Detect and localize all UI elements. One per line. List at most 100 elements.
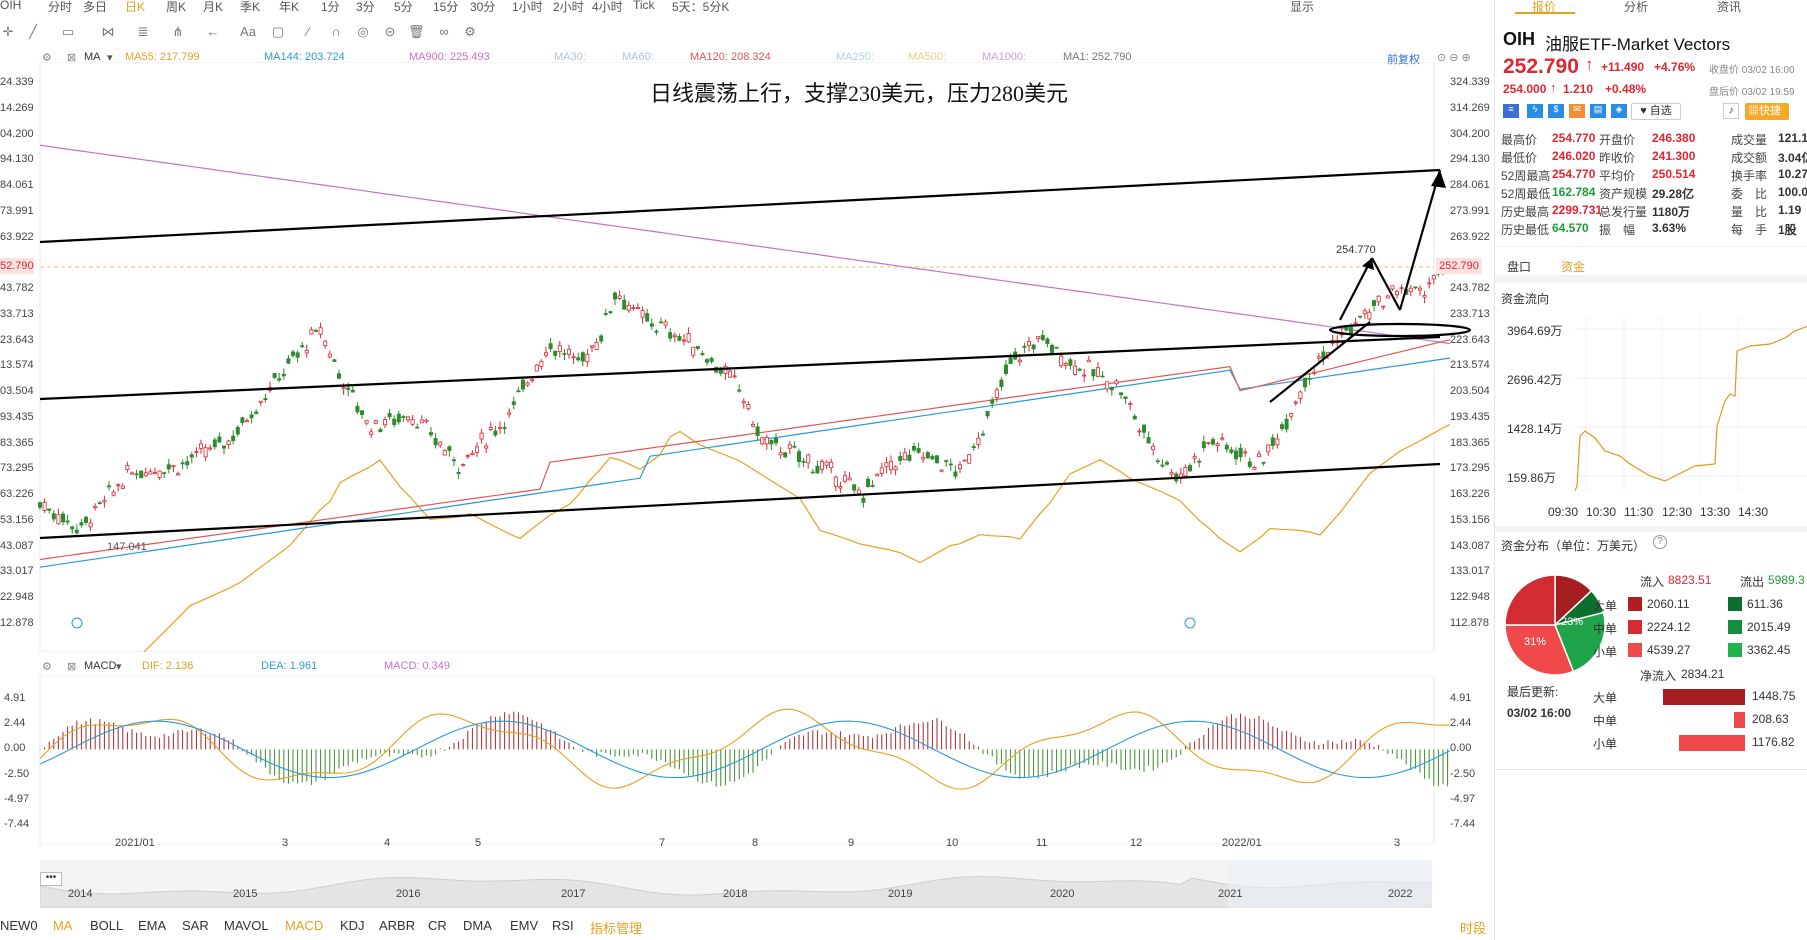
add-watchlist-button[interactable]: ♥ 自选 [1631,103,1681,120]
period-16[interactable]: Tick [633,0,655,12]
net-inflow-bar [1663,689,1745,705]
macd-chart[interactable] [0,675,1492,845]
indicator-tab[interactable]: SAR [182,918,209,933]
magnet-icon[interactable]: ∩ [328,24,344,40]
lock-icon[interactable]: ⊝ [382,24,398,40]
indicator-tab[interactable]: NEW0 [0,918,38,933]
candle-body [162,472,167,474]
month-label: 3 [1394,837,1401,849]
chart-annotation: 日线震荡上行，支撑230美元，压力280美元 [650,81,1069,106]
close-time: 收盘价 03/02 16:00 [1709,65,1795,76]
tag-icon[interactable]: ◈ [1611,104,1627,118]
period-3[interactable]: 日K [125,0,145,14]
lightning-icon[interactable]: ϟ [1527,104,1543,118]
candle-body [1132,415,1137,420]
pen-tool-icon[interactable]: ∕ [300,24,316,40]
dollar-icon[interactable]: $ [1548,104,1564,118]
fib-tool-icon[interactable]: ⋈ [100,24,116,40]
indicator-tab[interactable]: RSI [552,918,574,933]
trash-icon[interactable]: 🗑 [408,24,425,40]
candle-body [548,343,553,350]
indicator-tab[interactable]: ARBR [379,918,415,933]
period-14[interactable]: 2小时 [553,0,584,14]
event-marker[interactable] [1184,617,1196,629]
indicator-tab[interactable]: KDJ [340,918,365,933]
period-2[interactable]: 多日 [83,0,107,14]
period-13[interactable]: 1小时 [512,0,543,14]
range-navigator[interactable] [40,860,1432,908]
price-axis-label: 203.504 [1450,385,1490,397]
indicator-tab[interactable]: EMA [138,918,166,933]
macd-label[interactable]: MACD [84,660,116,672]
display-button[interactable]: 显示 [1290,0,1314,14]
period-10[interactable]: 5分 [394,0,413,14]
indicator-tab[interactable]: DMA [463,918,492,933]
price-chart[interactable] [0,62,1492,652]
flow-time-label: 13:30 [1700,505,1731,519]
period-9[interactable]: 3分 [356,0,375,14]
link-icon[interactable]: ∞ [436,24,452,40]
navigator-handle[interactable]: ••• [40,872,62,886]
period-12[interactable]: 30分 [470,0,495,14]
comment-tool-icon[interactable]: ▢ [270,24,286,40]
candle-body [1040,335,1045,340]
fund-flow-chart[interactable] [1575,316,1807,496]
crosshair-icon[interactable]: ✛ [0,24,16,40]
indicator-tab[interactable]: MAVOL [224,918,269,933]
channel-tool-icon[interactable]: ≣ [135,24,151,40]
candle-body [38,502,43,508]
rect-tool-icon[interactable]: ▭ [60,24,76,40]
candle-body [493,430,498,436]
candle-body [341,387,346,390]
period-6[interactable]: 季K [240,0,260,14]
event-marker[interactable] [71,617,83,629]
period-4[interactable]: 周K [166,0,186,14]
period-1[interactable]: 分时 [48,0,72,14]
eye-icon[interactable]: ◎ [355,24,371,40]
chat-icon[interactable]: ✉ [1569,104,1585,118]
net-inflow-value: 1448.75 [1752,689,1796,703]
help-icon[interactable]: ? [1653,535,1667,549]
month-label: 2022/01 [1222,837,1262,849]
line-tool-icon[interactable]: ╱ [25,24,41,40]
gear-icon[interactable]: ⚙ [42,660,52,673]
indicator-tab[interactable]: 指标管理 [590,918,642,937]
flow-time-label: 12:30 [1662,505,1693,519]
document-icon[interactable]: ▤ [1590,104,1606,118]
fork-tool-icon[interactable]: ⋔ [170,24,186,40]
close-icon[interactable]: ⊠ [67,660,76,673]
candle-body [1303,377,1308,388]
indicator-tab[interactable]: EMV [510,918,538,933]
arrow-tool-icon[interactable]: ← [205,24,221,40]
tab-fund[interactable]: 资金 [1561,258,1585,275]
quick-trade-button[interactable]: ▦快捷 [1745,103,1789,120]
candle-body [1206,442,1211,444]
period-0[interactable]: OIH [0,0,21,12]
indicator-tab[interactable]: MA [53,918,73,933]
candle-body [249,414,254,419]
updated-time: 03/02 16:00 [1507,706,1572,720]
period-11[interactable]: 15分 [433,0,458,14]
period-17[interactable]: 5天：5分K [672,0,729,14]
us-flag-icon[interactable]: ≡ [1503,104,1519,118]
session-button[interactable]: 时段 [1460,918,1486,937]
candle-body [792,445,797,448]
tab-analysis[interactable]: 分析 [1624,0,1648,15]
settings-icon[interactable]: ⚙ [462,24,478,40]
tab-news[interactable]: 资讯 [1717,0,1741,15]
indicator-tab[interactable]: CR [428,918,447,933]
period-15[interactable]: 4小时 [592,0,623,14]
indicator-tab[interactable]: MACD [285,918,323,933]
text-tool-icon[interactable]: Aa [240,24,256,40]
period-5[interactable]: 月K [203,0,223,14]
candle-body [866,478,871,488]
indicator-tab[interactable]: BOLL [90,918,123,933]
ma900-line [39,144,1451,345]
last-price: 252.790 [1503,55,1579,78]
chevron-down-icon[interactable]: ▾ [116,660,122,673]
period-7[interactable]: 年K [279,0,299,14]
bell-icon[interactable]: ♪ [1723,103,1739,119]
candle-body [985,411,990,417]
period-8[interactable]: 1分 [321,0,340,14]
tab-orderbook[interactable]: 盘口 [1507,258,1531,275]
